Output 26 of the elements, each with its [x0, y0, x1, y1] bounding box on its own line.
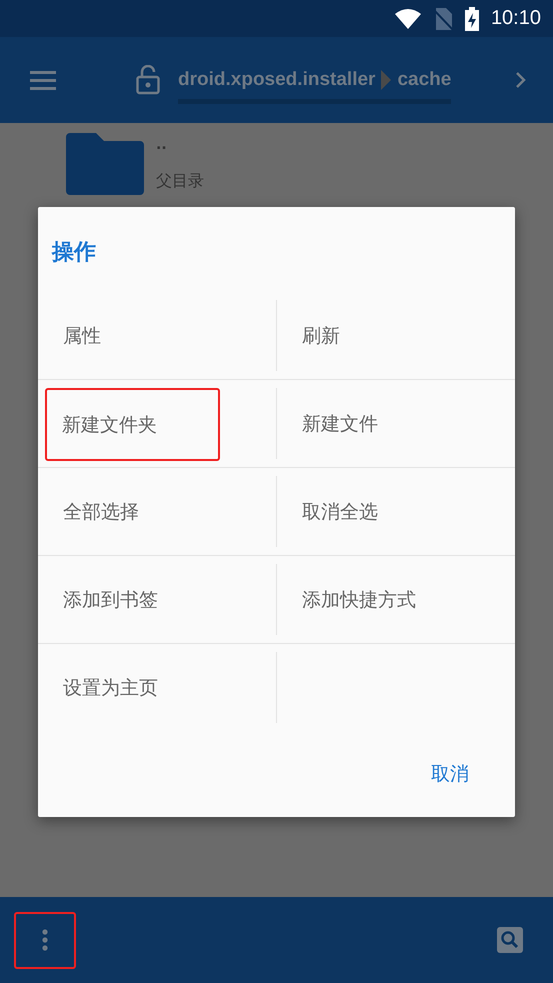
menu-item[interactable]: 新建文件夹 — [45, 388, 220, 461]
menu-icon[interactable] — [30, 70, 56, 90]
dialog-title: 操作 — [50, 239, 97, 267]
file-name: .. — [156, 136, 168, 152]
lock-icon[interactable] — [136, 65, 160, 95]
breadcrumb-item[interactable]: droid.xposed.installer — [178, 68, 376, 90]
search-icon[interactable] — [497, 927, 523, 953]
wifi-icon — [394, 8, 421, 28]
overflow-menu-icon — [42, 929, 48, 951]
menu-item[interactable]: 刷新 — [277, 292, 515, 379]
menu-item[interactable]: 全部选择 — [38, 468, 276, 555]
menu-item[interactable]: 添加快捷方式 — [277, 556, 515, 643]
separator-icon — [381, 70, 392, 90]
cancel-button[interactable]: 取消 — [421, 755, 479, 793]
menu-item[interactable]: 添加到书签 — [38, 556, 276, 643]
folder-icon — [66, 133, 144, 195]
menu-item[interactable]: 属性 — [38, 292, 276, 379]
more-button[interactable] — [14, 912, 76, 968]
battery-icon — [464, 6, 479, 30]
menu-item[interactable]: 设置为主页 — [38, 644, 276, 731]
chevron-right-icon[interactable] — [515, 71, 527, 89]
menu-item[interactable]: 新建文件 — [277, 380, 515, 467]
menu-item[interactable]: 取消全选 — [277, 468, 515, 555]
status-time: 10:10 — [490, 7, 541, 30]
breadcrumb-item[interactable]: cache — [397, 68, 452, 90]
file-description: 父目录 — [156, 170, 204, 192]
